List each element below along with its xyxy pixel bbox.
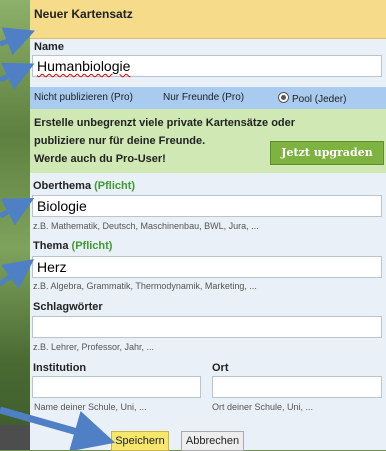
- oberthema-hint: z.B. Mathematik, Deutsch, Maschinenbau, …: [33, 221, 259, 231]
- ort-input[interactable]: [212, 376, 382, 398]
- oberthema-input[interactable]: Biologie: [32, 195, 382, 217]
- thema-input[interactable]: Herz: [32, 256, 382, 278]
- pro-promo-box: Erstelle unbegrenzt viele private Karten…: [30, 109, 386, 173]
- name-input-value: Humanbiologie: [37, 58, 131, 74]
- oberthema-label: Oberthema (Pflicht): [33, 180, 136, 192]
- publish-option-pool[interactable]: Pool (Jeder): [278, 92, 346, 105]
- panel-header: Neuer Kartensatz: [30, 0, 386, 39]
- publish-options-bar: Nicht publizieren (Pro) Nur Freunde (Pro…: [30, 87, 386, 109]
- panel-title: Neuer Kartensatz: [34, 7, 133, 21]
- institution-hint: Name deiner Schule, Uni, ...: [34, 402, 147, 412]
- ort-hint: Ort deiner Schule, Uni, ...: [212, 402, 314, 412]
- publish-option-friends[interactable]: Nur Freunde (Pro): [163, 92, 244, 103]
- background-image-left: [0, 0, 30, 450]
- institution-label: Institution: [33, 362, 87, 374]
- promo-text: Erstelle unbegrenzt viele private Karten…: [34, 117, 296, 165]
- new-card-set-panel: Neuer Kartensatz Name Humanbiologie Nich…: [30, 0, 386, 450]
- thema-hint: z.B. Algebra, Grammatik, Thermodynamik, …: [33, 281, 257, 291]
- name-label: Name: [34, 41, 64, 53]
- name-input[interactable]: Humanbiologie: [32, 55, 382, 77]
- thema-label: Thema (Pflicht): [33, 240, 113, 252]
- institution-input[interactable]: [32, 376, 201, 398]
- publish-option-private[interactable]: Nicht publizieren (Pro): [34, 92, 133, 103]
- save-button[interactable]: Speichern: [111, 431, 169, 451]
- upgrade-button[interactable]: Jetzt upgraden: [270, 141, 384, 165]
- schlagwoerter-label: Schlagwörter: [33, 301, 103, 313]
- schlagwoerter-hint: z.B. Lehrer, Professor, Jahr, ...: [33, 342, 155, 352]
- schlagwoerter-input[interactable]: [32, 316, 382, 338]
- ort-label: Ort: [212, 362, 229, 374]
- cancel-button[interactable]: Abbrechen: [181, 431, 244, 451]
- radio-selected-icon[interactable]: [278, 92, 289, 103]
